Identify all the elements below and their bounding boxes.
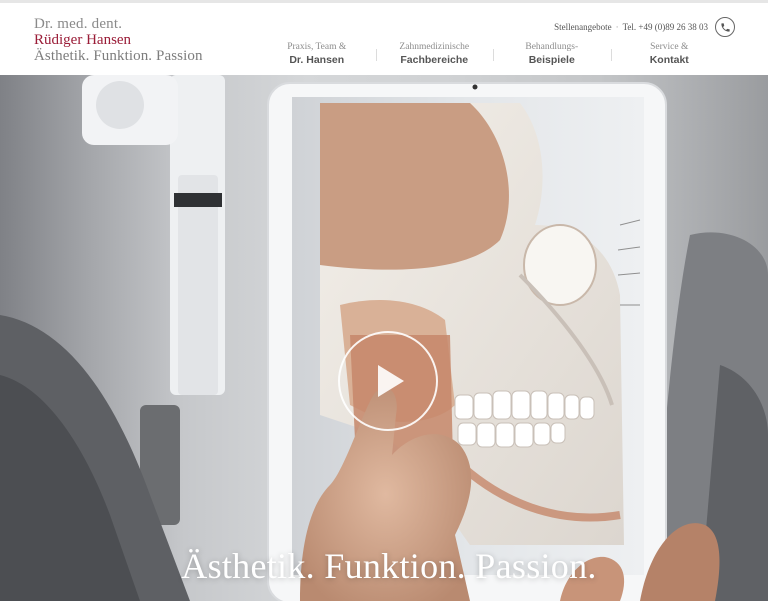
nav-item-label: Fachbereiche: [400, 54, 469, 66]
nav-item-label: Kontakt: [649, 54, 689, 66]
logo[interactable]: Dr. med. dent. Rüdiger Hansen Ästhetik. …: [34, 16, 203, 64]
top-bar: Stellenangebote · Tel. +49 (0)89 26 38 0…: [554, 16, 735, 38]
play-icon: [378, 365, 404, 397]
main-nav: Praxis, Team & Dr. Hansen Zahnmedizinisc…: [258, 42, 728, 70]
jobs-link[interactable]: Stellenangebote: [554, 22, 611, 32]
logo-tagline: Ästhetik. Funktion. Passion: [34, 48, 203, 64]
nav-item-label: Beispiele: [528, 54, 575, 66]
topbar-separator: ·: [615, 22, 619, 32]
logo-name-line: Rüdiger Hansen: [34, 32, 132, 48]
hero-title: Ästhetik. Funktion. Passion.: [181, 546, 597, 586]
nav-item-fachbereiche[interactable]: Zahnmedizinische Fachbereiche: [375, 42, 494, 70]
site-header: Dr. med. dent. Rüdiger Hansen Ästhetik. …: [0, 3, 768, 75]
nav-item-subtitle: Praxis, Team &: [287, 42, 347, 52]
nav-item-label: Dr. Hansen: [289, 54, 345, 66]
nav-item-beispiele[interactable]: Behandlungs- Beispiele: [493, 42, 611, 70]
nav-item-subtitle: Behandlungs-: [525, 42, 579, 52]
nav-item-subtitle: Service &: [650, 42, 689, 52]
nav-item-subtitle: Zahnmedizinische: [399, 42, 470, 52]
logo-title-line: Dr. med. dent.: [34, 16, 123, 32]
phone-icon: [720, 22, 730, 32]
nav-item-kontakt[interactable]: Service & Kontakt: [610, 42, 729, 70]
phone-button[interactable]: [715, 17, 735, 37]
hero-video[interactable]: Ästhetik. Funktion. Passion.: [0, 75, 768, 601]
phone-number[interactable]: Tel. +49 (0)89 26 38 03: [623, 22, 708, 32]
nav-item-praxis[interactable]: Praxis, Team & Dr. Hansen: [258, 42, 376, 70]
play-button[interactable]: [338, 331, 438, 431]
